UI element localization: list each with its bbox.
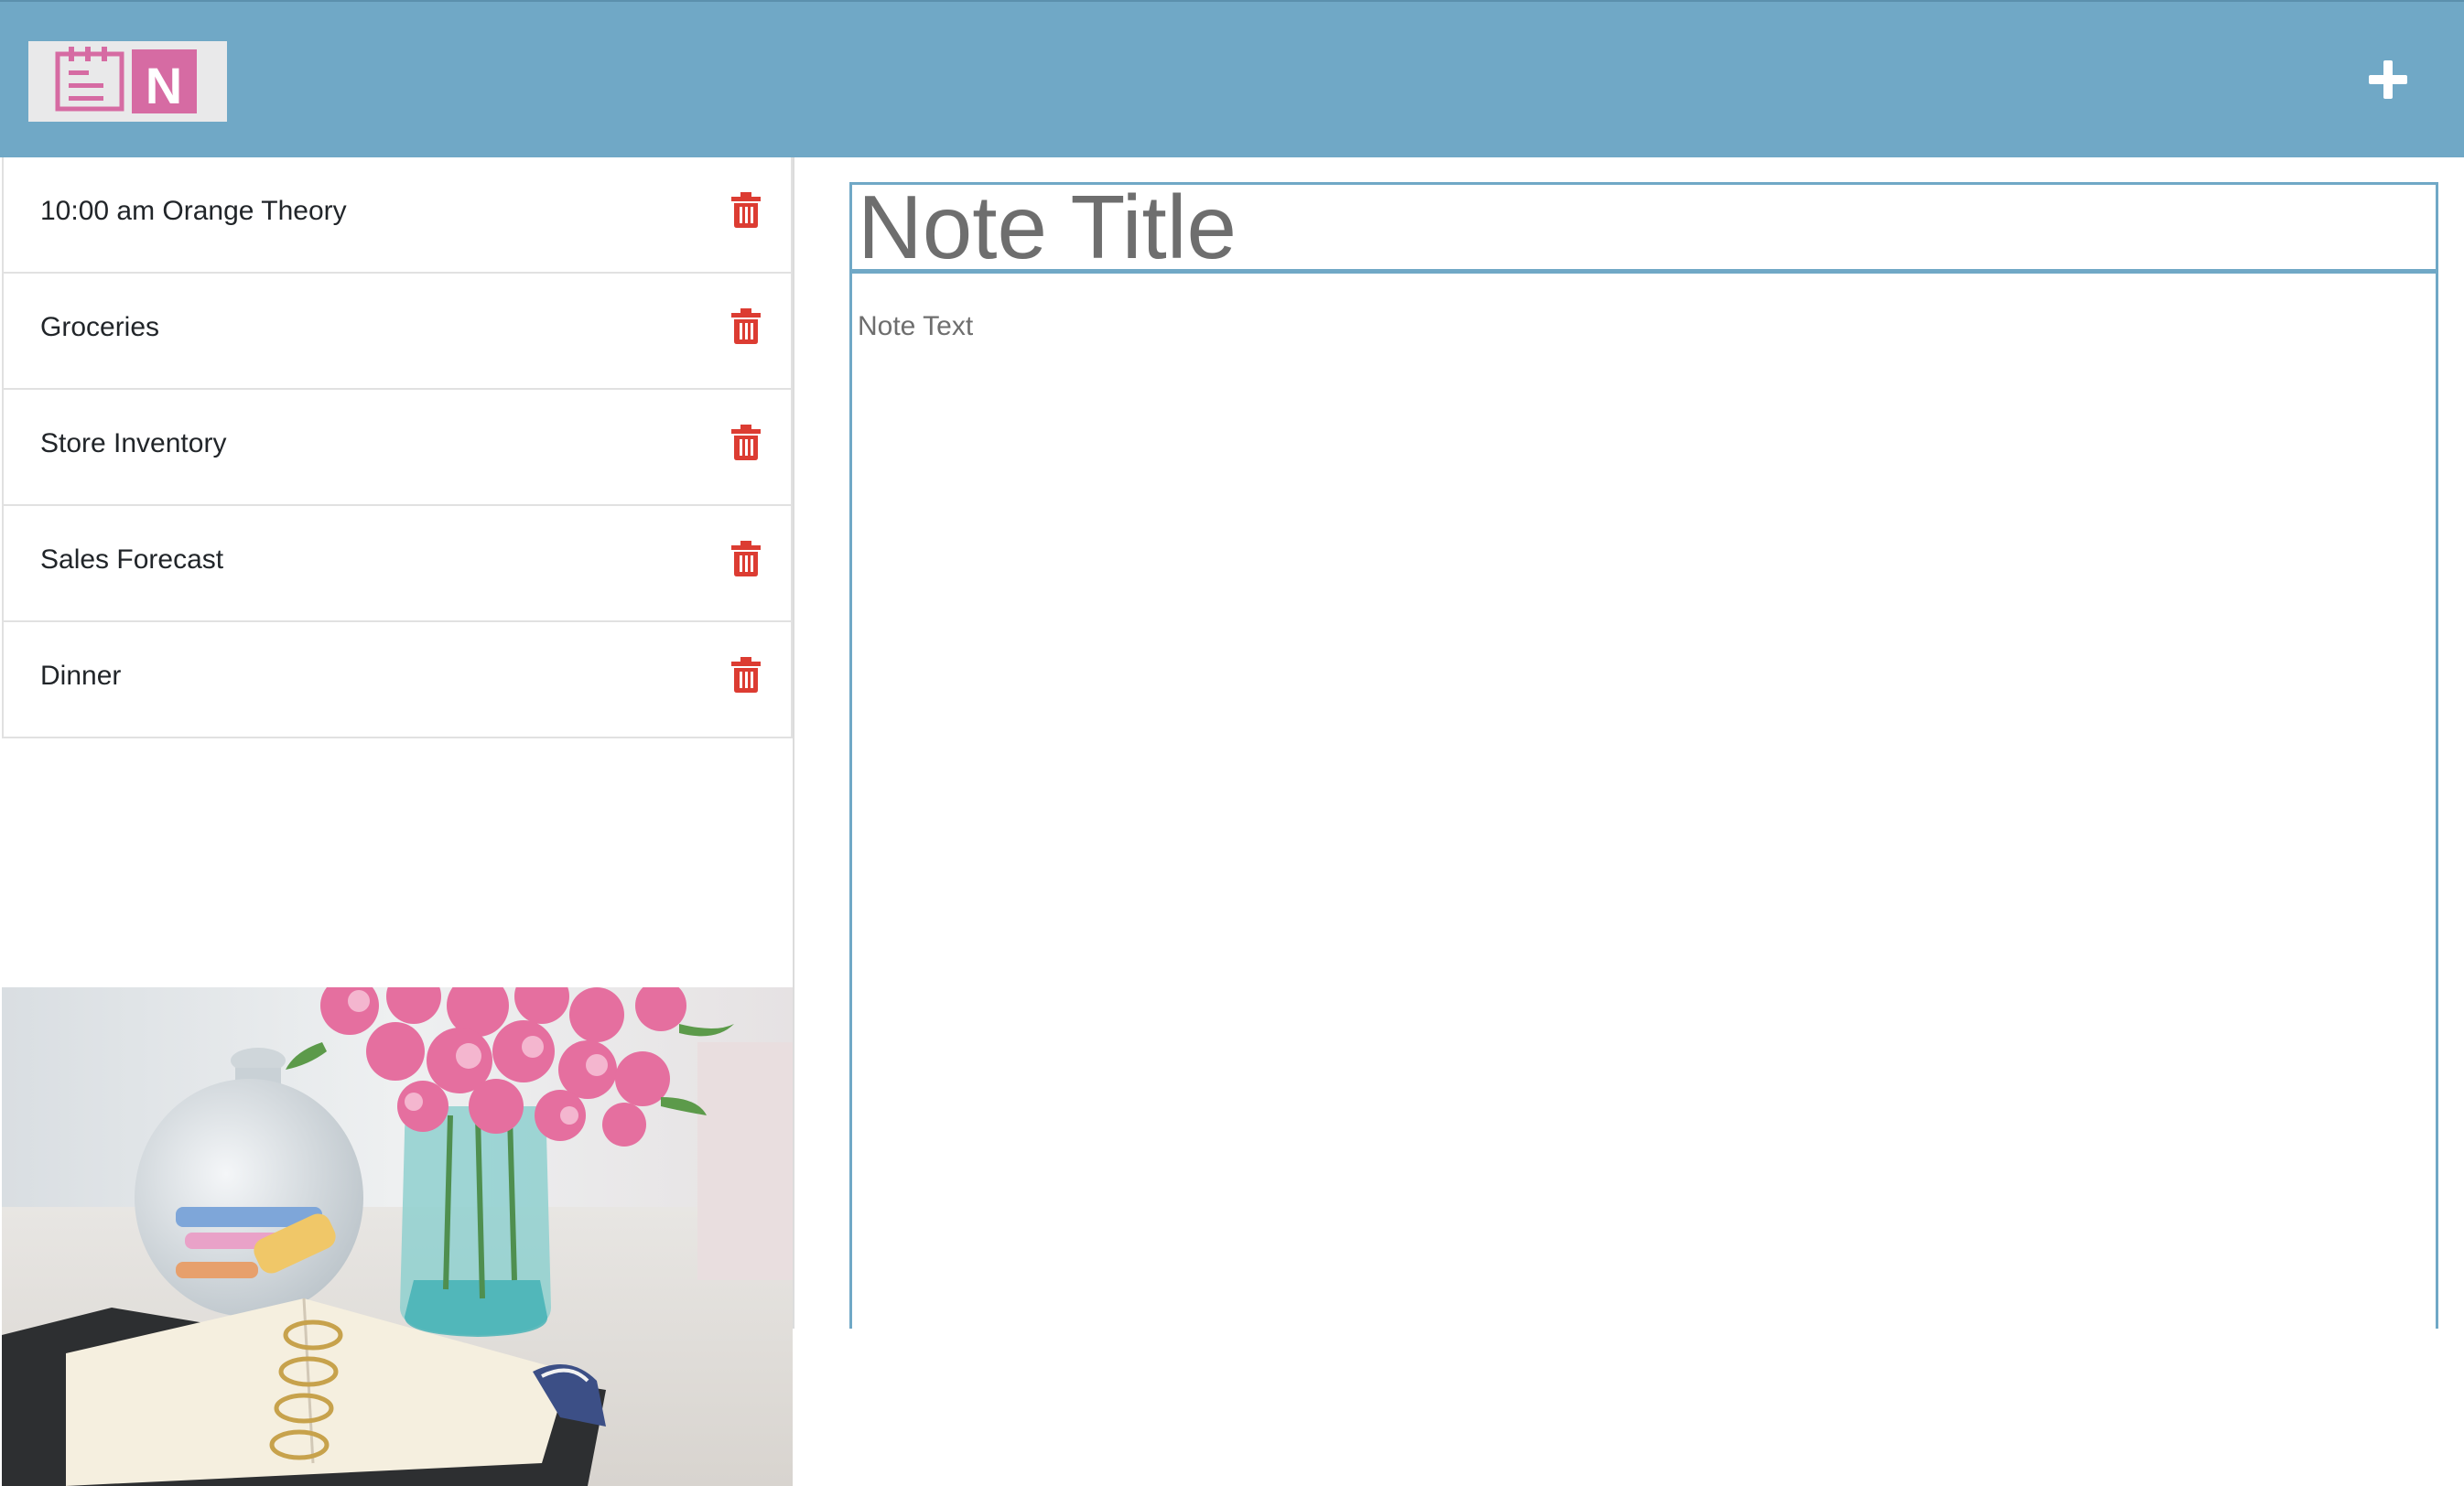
flowers-planner-photo — [2, 987, 793, 1486]
list-item[interactable]: Sales Forecast — [2, 506, 793, 622]
trash-icon[interactable] — [730, 657, 762, 694]
trash-icon[interactable] — [730, 192, 762, 229]
note-editor — [849, 182, 2438, 1329]
note-title-label: Store Inventory — [40, 428, 227, 458]
note-list: 10:00 am Orange Theory Groceries Store I… — [0, 157, 793, 738]
app-logo[interactable]: N — [28, 41, 227, 122]
note-text-area[interactable] — [852, 278, 2436, 1329]
trash-icon[interactable] — [730, 308, 762, 345]
notepad-logo-icon: N — [55, 47, 197, 114]
note-title-label: Sales Forecast — [40, 544, 224, 575]
decorative-photo — [2, 987, 793, 1486]
list-item[interactable]: Groceries — [2, 274, 793, 390]
top-navbar: N — [0, 0, 2464, 157]
note-title-label: 10:00 am Orange Theory — [40, 196, 347, 226]
note-title-input[interactable] — [852, 185, 2436, 274]
list-item[interactable]: 10:00 am Orange Theory — [2, 157, 793, 274]
list-item[interactable]: Dinner — [2, 622, 793, 738]
note-title-label: Groceries — [40, 312, 160, 342]
trash-icon[interactable] — [730, 541, 762, 577]
list-item[interactable]: Store Inventory — [2, 390, 793, 506]
trash-icon[interactable] — [730, 425, 762, 461]
logo-letter: N — [146, 57, 182, 114]
note-title-label: Dinner — [40, 661, 122, 691]
plus-icon — [2369, 60, 2407, 99]
notes-sidebar: 10:00 am Orange Theory Groceries Store I… — [0, 157, 794, 1486]
new-note-button[interactable] — [2365, 57, 2411, 102]
